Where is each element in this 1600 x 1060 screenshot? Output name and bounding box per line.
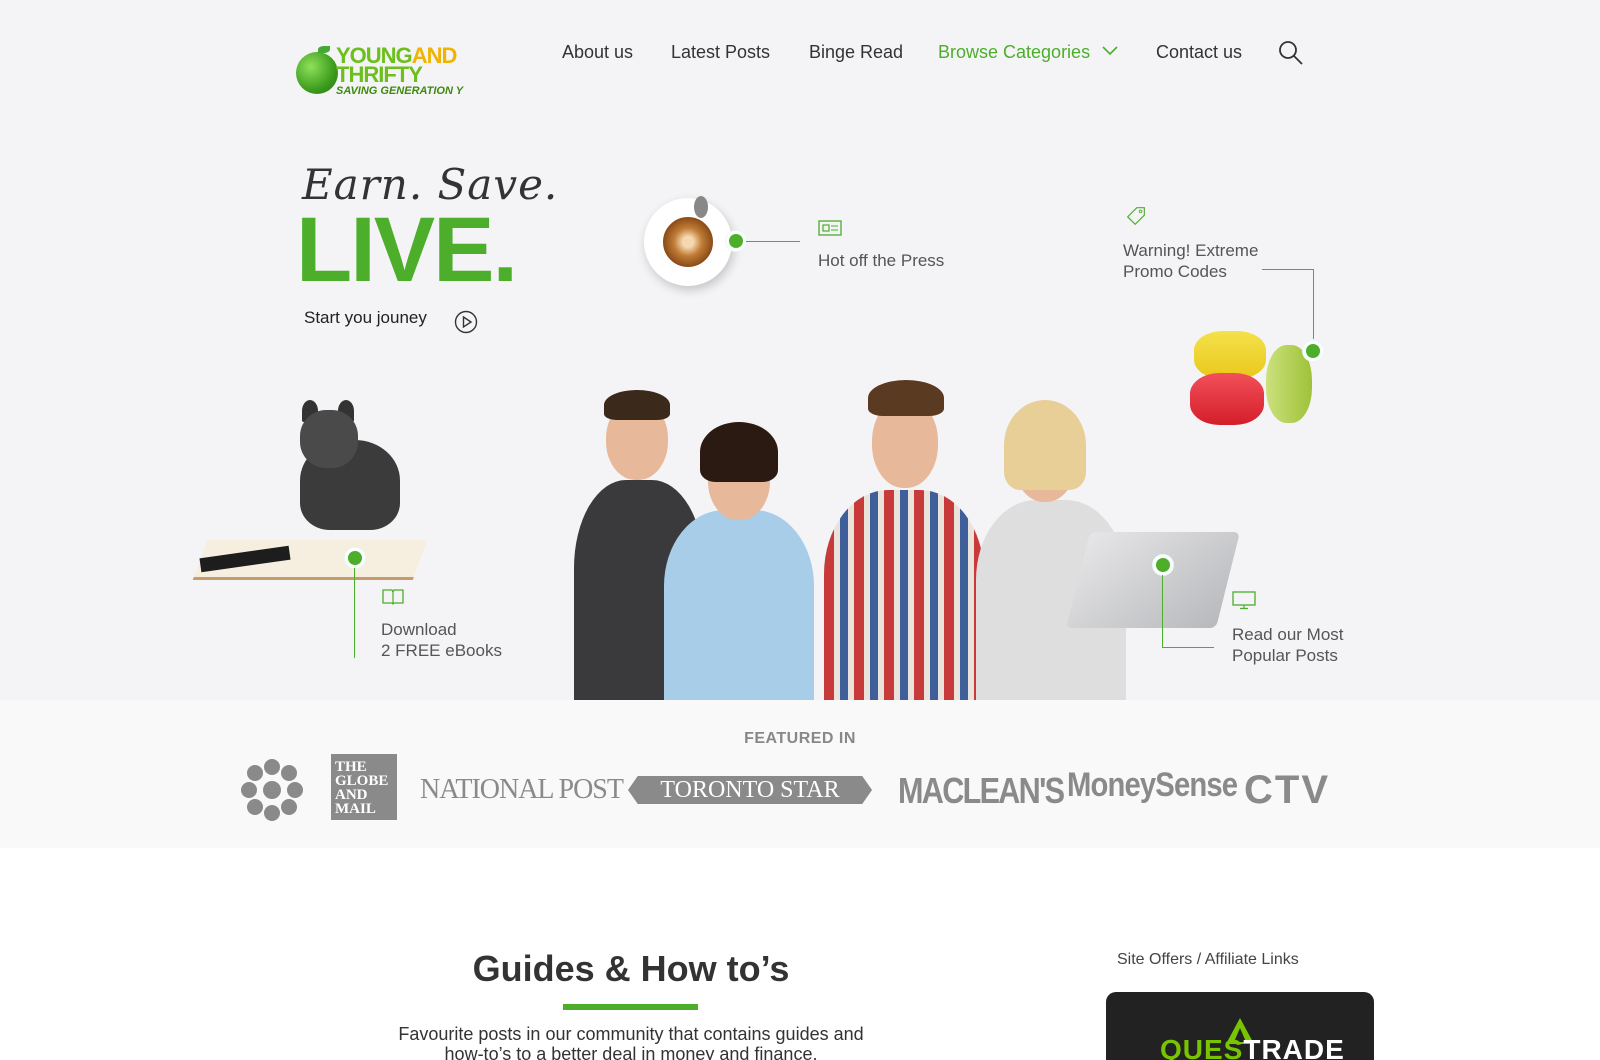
- promo-hotspot[interactable]: [1303, 341, 1323, 361]
- monitor-icon: [1232, 591, 1256, 610]
- macleans-logo: MACLEAN'S: [898, 770, 1065, 811]
- press-hotspot[interactable]: [726, 231, 746, 251]
- apple-logo-icon: [296, 52, 338, 94]
- ctv-logo: CTV: [1244, 768, 1330, 812]
- nav-latest-posts[interactable]: Latest Posts: [671, 42, 770, 63]
- popular-hotspot[interactable]: [1153, 555, 1173, 575]
- ebooks-hotspot[interactable]: [345, 548, 365, 568]
- guides-description: Favourite posts in our community that co…: [398, 1024, 864, 1060]
- nav-contact-us[interactable]: Contact us: [1156, 42, 1242, 63]
- ebooks-callout[interactable]: Download 2 FREE eBooks: [381, 619, 502, 661]
- coffee-image: [644, 198, 732, 286]
- moneysense-logo: MoneySense: [1067, 766, 1238, 804]
- laptop-image: [1066, 532, 1240, 628]
- site-logo[interactable]: YOUNGAND THRIFTY SAVING GENERATION Y: [296, 44, 471, 100]
- open-book-icon: [382, 589, 404, 605]
- press-callout[interactable]: Hot off the Press: [818, 250, 944, 271]
- tag-icon: [1126, 207, 1145, 226]
- promo-callout[interactable]: Warning! Extreme Promo Codes: [1123, 240, 1258, 282]
- national-post-logo: NATIONAL POST: [420, 774, 624, 805]
- search-icon[interactable]: [1278, 40, 1304, 66]
- cbc-logo-icon: [241, 759, 303, 821]
- play-icon[interactable]: [454, 310, 478, 334]
- popular-callout[interactable]: Read our Most Popular Posts: [1232, 624, 1344, 666]
- globe-and-mail-logo: THE GLOBE AND MAIL: [331, 754, 397, 820]
- hero-headline: LIVE.: [296, 199, 518, 301]
- guides-title: Guides & How to’s: [472, 948, 790, 989]
- newspaper-icon: [818, 220, 842, 236]
- dog-image: [290, 400, 410, 540]
- nav-binge-read[interactable]: Binge Read: [809, 42, 903, 63]
- featured-in-section: FEATURED IN THE GLOBE AND MAIL NATIONAL …: [0, 700, 1600, 848]
- nav-about-us[interactable]: About us: [562, 42, 633, 63]
- start-journey-link[interactable]: Start you jouney: [304, 308, 427, 328]
- guides-title-underline: [563, 1004, 698, 1010]
- featured-in-label: FEATURED IN: [744, 730, 856, 747]
- hero-section: YOUNGAND THRIFTY SAVING GENERATION Y Abo…: [0, 0, 1600, 700]
- toronto-star-logo: TORONTO STAR: [628, 776, 872, 804]
- hero-people-image: [556, 352, 1136, 700]
- chevron-down-icon[interactable]: [1102, 44, 1118, 56]
- nav-browse-categories[interactable]: Browse Categories: [938, 42, 1090, 63]
- site-offers-title: Site Offers / Affiliate Links: [1117, 951, 1299, 968]
- questrade-ad-card[interactable]: QUESTRADE: [1106, 992, 1374, 1060]
